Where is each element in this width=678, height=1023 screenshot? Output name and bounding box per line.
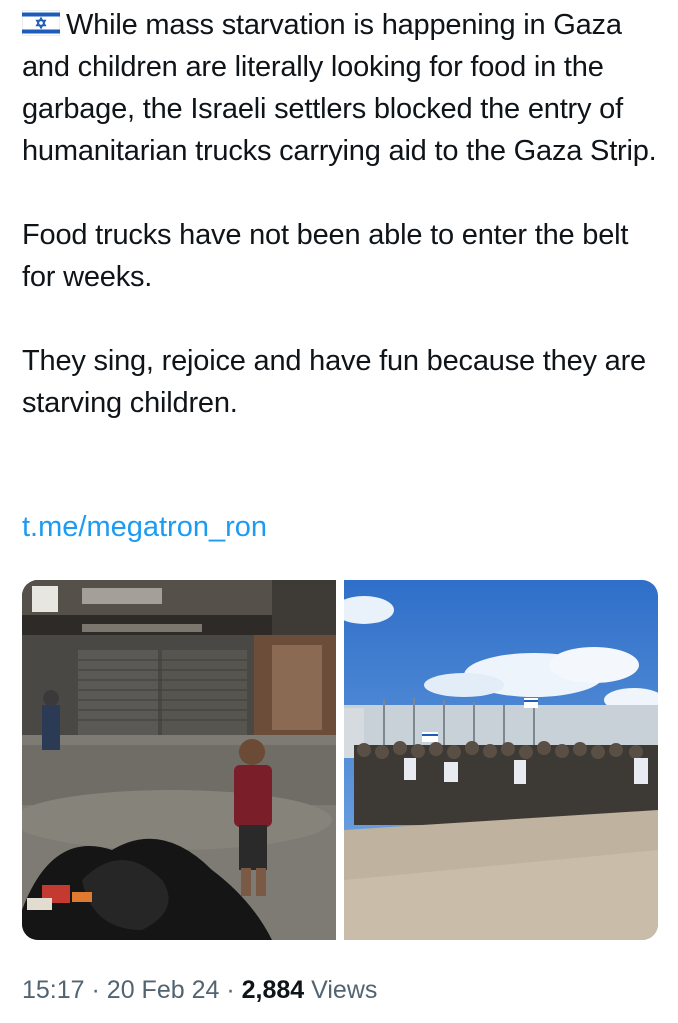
meta-separator: · xyxy=(91,976,100,1004)
israel-flag-icon xyxy=(21,6,61,37)
meta-separator: · xyxy=(226,976,235,1004)
photo-crowd-road[interactable] xyxy=(344,580,658,940)
tweet-paragraph-1: While mass starvation is happening in Ga… xyxy=(21,4,662,172)
tweet: While mass starvation is happening in Ga… xyxy=(0,0,678,1023)
telegram-link[interactable]: t.me/megatron_ron xyxy=(22,506,267,548)
photo-child-garbage[interactable] xyxy=(22,580,336,940)
views-label: Views xyxy=(311,976,378,1004)
tweet-paragraph-2: Food trucks have not been able to enter … xyxy=(22,219,629,293)
tweet-meta: 15:17 · 20 Feb 24 · 2,884 Views xyxy=(22,972,377,1008)
views-count: 2,884 xyxy=(241,976,305,1004)
tweet-time[interactable]: 15:17 xyxy=(22,976,85,1004)
tweet-date[interactable]: 20 Feb 24 xyxy=(107,976,220,1004)
tweet-paragraph-3: They sing, rejoice and have fun because … xyxy=(22,345,646,419)
tweet-paragraph-text: While mass starvation is happening in Ga… xyxy=(22,9,657,167)
tweet-text: While mass starvation is happening in Ga… xyxy=(21,4,662,466)
media-grid xyxy=(22,580,658,940)
